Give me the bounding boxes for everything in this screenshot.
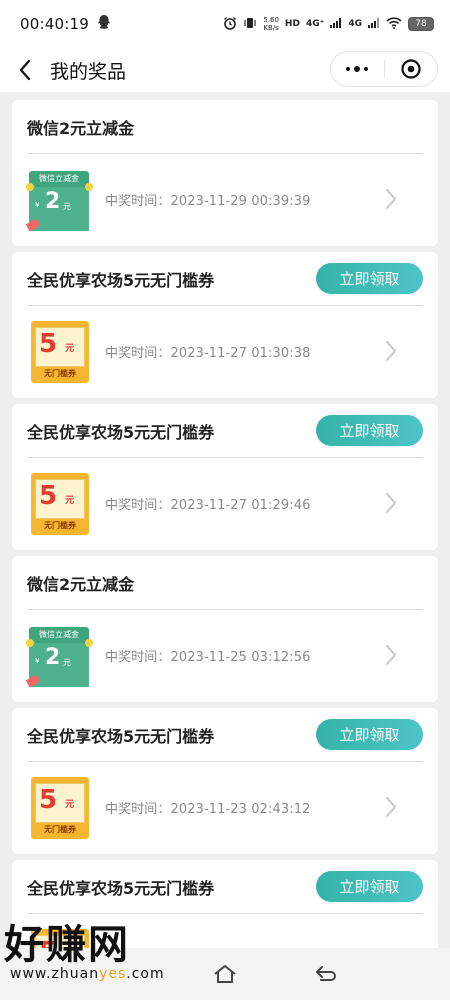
back-button[interactable] xyxy=(0,48,50,92)
coupon-unit: 元 xyxy=(65,799,75,810)
wechat-coupon-image: 微信立减金 ¥ 2 元 xyxy=(25,167,93,233)
prize-title: 微信2元立减金 xyxy=(27,118,135,138)
prize-card-header: 全民优享农场5元无门槛券 立即领取 xyxy=(27,252,423,306)
wechat-coupon-image: 微信立减金 ¥ 2 元 xyxy=(25,623,93,689)
alarm-icon xyxy=(223,16,237,33)
home-button[interactable] xyxy=(209,958,241,990)
prize-card[interactable]: 微信2元立减金 微信立减金 ¥ 2 元 中奖时间：2023-11-29 00:3… xyxy=(12,100,438,246)
nav-bar: 我的奖品 xyxy=(0,48,450,92)
chevron-right-icon xyxy=(386,797,396,817)
wifi-icon xyxy=(386,16,402,32)
signal-bars-icon xyxy=(368,17,380,31)
coupon-notch xyxy=(85,182,93,191)
vibrate-icon xyxy=(243,16,257,33)
signal-4g-plus: 4G⁺ xyxy=(305,19,325,29)
prize-win-time: 中奖时间：2023-11-25 03:12:56 xyxy=(105,650,311,665)
prize-card-header: 微信2元立减金 xyxy=(27,556,423,610)
qq-notification-icon xyxy=(97,14,111,34)
claim-button[interactable]: 立即领取 xyxy=(316,415,423,446)
prize-win-time: 中奖时间：2023-11-27 01:29:46 xyxy=(105,498,311,513)
page-title: 我的奖品 xyxy=(50,60,127,83)
farm-coupon-image: 5 元 无门槛券 xyxy=(27,471,93,537)
claim-button[interactable]: 立即领取 xyxy=(316,263,423,294)
claim-button[interactable]: 立即领取 xyxy=(316,871,423,902)
chevron-right-icon xyxy=(386,493,396,513)
more-button[interactable] xyxy=(331,66,384,72)
coupon-unit: 元 xyxy=(63,657,71,667)
status-bar: 00:40:19 5.60 KB/s HD 4G⁺ 4G 78 xyxy=(0,0,450,48)
signal-4g: 4G xyxy=(348,19,362,29)
prize-card[interactable]: 微信2元立减金 微信立减金 ¥ 2 元 中奖时间：2023-11-25 03:1… xyxy=(12,556,438,702)
watermark-logo: 好赚网 www.zhuanyes.com xyxy=(4,912,194,992)
prize-title: 全民优享农场5元无门槛券 xyxy=(27,270,215,290)
mini-program-capsule xyxy=(330,51,438,87)
coupon-amount: 2 xyxy=(45,188,61,214)
system-back-button[interactable] xyxy=(310,958,342,990)
prize-list: 微信2元立减金 微信立减金 ¥ 2 元 中奖时间：2023-11-29 00:3… xyxy=(12,100,438,1000)
close-miniprogram-button[interactable] xyxy=(385,58,438,80)
prize-title: 全民优享农场5元无门槛券 xyxy=(27,878,215,898)
battery-icon: 78 xyxy=(408,17,434,31)
claim-button[interactable]: 立即领取 xyxy=(316,719,423,750)
prize-win-time: 中奖时间：2023-11-23 02:43:12 xyxy=(105,802,311,817)
more-dot-icon xyxy=(346,67,351,71)
more-dot-icon xyxy=(354,66,361,72)
coupon-notch xyxy=(26,638,34,647)
coupon-badge: 无门槛券 xyxy=(44,520,76,530)
chevron-right-icon xyxy=(386,341,396,361)
coupon-unit: 元 xyxy=(65,495,75,506)
prize-card-header: 全民优享农场5元无门槛券 立即领取 xyxy=(27,708,423,762)
coupon-unit: 元 xyxy=(65,343,75,354)
prize-card-body[interactable]: 微信立减金 ¥ 2 元 中奖时间：2023-11-29 00:39:39 xyxy=(25,154,423,245)
chevron-left-icon xyxy=(19,59,31,81)
hd-badge: HD xyxy=(284,19,300,29)
chevron-right-icon xyxy=(386,189,396,209)
coupon-amount: 2 xyxy=(45,644,61,670)
chevron-right-icon xyxy=(386,645,396,665)
prize-card[interactable]: 全民优享农场5元无门槛券 立即领取 5 元 无门槛券 中奖时间：2023-11-… xyxy=(12,252,438,398)
coupon-unit: 元 xyxy=(63,201,71,211)
prize-card-header: 微信2元立减金 xyxy=(27,100,423,154)
prize-win-time: 中奖时间：2023-11-29 00:39:39 xyxy=(105,194,311,209)
prize-card-body[interactable]: 5 元 无门槛券 中奖时间：2023-11-27 01:29:46 xyxy=(27,458,423,549)
prize-title: 全民优享农场5元无门槛券 xyxy=(27,422,215,442)
coupon-notch xyxy=(26,182,34,191)
target-close-icon xyxy=(401,59,421,79)
prize-card-header: 全民优享农场5元无门槛券 立即领取 xyxy=(27,404,423,458)
coupon-badge: 无门槛券 xyxy=(44,824,76,834)
prize-win-time: 中奖时间：2023-11-27 01:30:38 xyxy=(105,346,311,361)
watermark-url: www.zhuanyes.com xyxy=(10,966,165,982)
prize-card[interactable]: 全民优享农场5元无门槛券 立即领取 5 元 无门槛券 中奖时间：2023-11-… xyxy=(12,404,438,550)
farm-coupon-image: 5 元 无门槛券 xyxy=(27,775,93,841)
net-speed: 5.60 KB/s xyxy=(263,16,279,32)
farm-coupon-image: 5 元 无门槛券 xyxy=(27,319,93,385)
prize-card-body[interactable]: 5 元 无门槛券 中奖时间：2023-11-23 02:43:12 xyxy=(27,762,423,853)
coupon-amount: 5 xyxy=(39,784,58,815)
back-arrow-icon xyxy=(316,966,336,981)
prize-card[interactable]: 全民优享农场5元无门槛券 立即领取 5 元 无门槛券 中奖时间：2023-11-… xyxy=(12,708,438,854)
coupon-currency: ¥ xyxy=(35,200,40,209)
prize-title: 微信2元立减金 xyxy=(27,574,135,594)
coupon-notch xyxy=(85,638,93,647)
coupon-badge: 微信立减金 xyxy=(29,170,89,187)
prize-card-body[interactable]: 5 元 无门槛券 中奖时间：2023-11-27 01:30:38 xyxy=(27,306,423,397)
coupon-badge: 无门槛券 xyxy=(44,368,76,378)
home-icon xyxy=(214,965,236,983)
coupon-badge: 微信立减金 xyxy=(29,626,89,643)
coupon-amount: 5 xyxy=(39,480,58,511)
prize-title: 全民优享农场5元无门槛券 xyxy=(27,726,215,746)
status-time: 00:40:19 xyxy=(20,15,89,33)
watermark-text: 好赚网 xyxy=(4,922,130,968)
more-dot-icon xyxy=(364,67,369,71)
prize-card-header: 全民优享农场5元无门槛券 立即领取 xyxy=(27,860,423,914)
coupon-amount: 5 xyxy=(39,328,58,359)
prize-card-body[interactable]: 微信立减金 ¥ 2 元 中奖时间：2023-11-25 03:12:56 xyxy=(25,610,423,701)
coupon-currency: ¥ xyxy=(35,656,40,665)
signal-bars-icon xyxy=(330,17,342,31)
